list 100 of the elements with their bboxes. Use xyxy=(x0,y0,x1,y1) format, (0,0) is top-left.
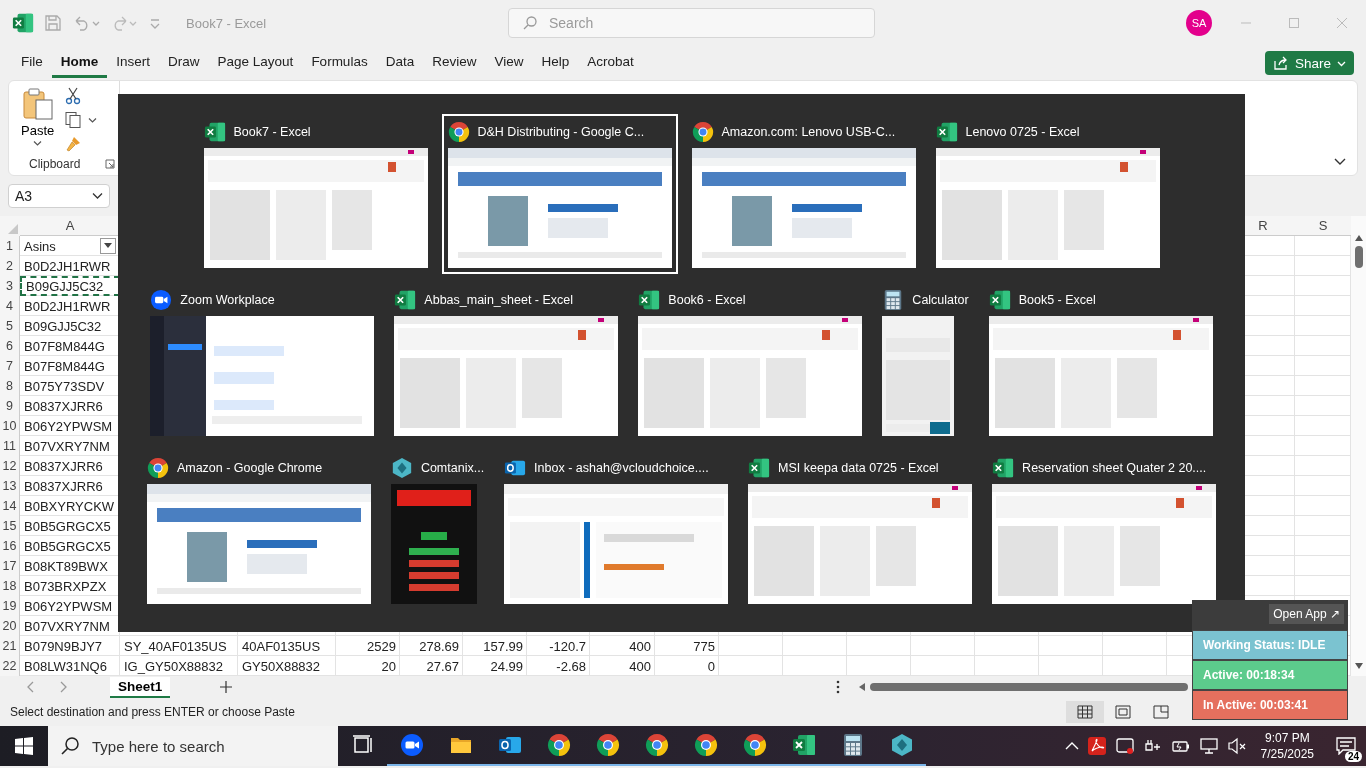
column-header[interactable]: S xyxy=(1295,216,1351,236)
window-title: Book7 - Excel xyxy=(186,15,267,31)
row-number[interactable]: 19 xyxy=(0,596,20,616)
row-number[interactable]: 6 xyxy=(0,336,20,356)
search-icon xyxy=(522,15,538,31)
screen-icon[interactable] xyxy=(1114,736,1135,756)
search-field[interactable]: Search xyxy=(508,8,875,38)
window-preview[interactable]: Lenovo 0725 - Excel xyxy=(929,114,1166,274)
speaker-muted-icon[interactable] xyxy=(1226,736,1247,756)
table-cell-text: B0D2JH1RWR xyxy=(23,297,112,316)
window-preview[interactable]: Zoom Workplace xyxy=(144,282,381,442)
row-number[interactable]: 2 xyxy=(0,256,20,276)
row-number[interactable]: 17 xyxy=(0,556,20,576)
table-cell-text: B075Y73SDV xyxy=(23,377,106,396)
row-number[interactable]: 22 xyxy=(0,656,20,676)
row-number[interactable]: 3 xyxy=(0,276,20,296)
row-number[interactable]: 14 xyxy=(0,496,20,516)
row-number[interactable]: 12 xyxy=(0,456,20,476)
window-preview[interactable]: Calculator xyxy=(876,282,975,442)
window-preview[interactable]: MSI keepa data 0725 - Excel xyxy=(742,450,979,610)
row-number[interactable]: 16 xyxy=(0,536,20,556)
row-number[interactable]: 10 xyxy=(0,416,20,436)
row-number[interactable]: 21 xyxy=(0,636,20,656)
window-preview[interactable]: Comtanix... xyxy=(384,450,491,610)
open-app-button[interactable]: Open App ↗ xyxy=(1269,604,1344,624)
spreadsheet-icon[interactable] xyxy=(12,12,34,34)
search-icon xyxy=(60,736,80,756)
table-cell-text: B0837XJRR6 xyxy=(23,397,104,416)
browser-icon xyxy=(546,733,571,757)
name-box[interactable]: A3 xyxy=(8,184,110,208)
window-preview[interactable]: D&H Distributing - Google C... xyxy=(441,114,678,274)
window-preview[interactable]: Book5 - Excel xyxy=(982,282,1219,442)
row-number[interactable]: 20 xyxy=(0,616,20,636)
row-number[interactable]: 15 xyxy=(0,516,20,536)
ribbon-tab[interactable]: Review xyxy=(423,48,486,78)
paste-button[interactable]: Paste xyxy=(19,85,57,157)
share-button[interactable]: Share xyxy=(1264,51,1354,75)
window-preview[interactable]: Book6 - Excel xyxy=(632,282,869,442)
network-icon[interactable] xyxy=(1198,736,1219,756)
window-preview-title: Lenovo 0725 - Excel xyxy=(965,125,1080,139)
normal-view-button[interactable] xyxy=(1066,701,1104,723)
row-number[interactable]: 5 xyxy=(0,316,20,336)
ribbon-tab[interactable]: View xyxy=(485,48,533,78)
more-icon[interactable] xyxy=(836,680,840,694)
window-preview[interactable]: Reservation sheet Quater 2 20.... xyxy=(986,450,1223,610)
vertical-scrollbar[interactable] xyxy=(1351,216,1366,676)
taskbar-search-field[interactable]: Type here to search xyxy=(48,726,338,766)
page-break-icon xyxy=(1153,705,1169,719)
table-cell-text: B0B5GRGCX5 xyxy=(23,517,112,536)
scissors-icon[interactable] xyxy=(64,87,83,105)
window-preview[interactable]: Amazon - Google Chrome xyxy=(140,450,377,610)
table-cell-text: B0BXYRYCKW xyxy=(23,497,116,516)
row-number[interactable]: 11 xyxy=(0,436,20,456)
row-number[interactable]: 9 xyxy=(0,396,20,416)
table-cell-text: B09GJJ5C32 xyxy=(23,317,103,336)
window-preview[interactable]: Inbox - ashah@vcloudchoice.... xyxy=(498,450,735,610)
clock[interactable]: 9:07 PM 7/25/2025 xyxy=(1260,731,1314,761)
ribbon-tab[interactable]: Insert xyxy=(107,48,160,78)
ribbon-tab[interactable]: Draw xyxy=(159,48,209,78)
horizontal-scrollbar[interactable] xyxy=(858,682,1188,692)
dialog-launcher-icon[interactable] xyxy=(105,159,115,169)
chevron-up-icon[interactable] xyxy=(1064,741,1079,751)
table-cell-text: B07F8M844G xyxy=(23,337,106,356)
hexagon-icon xyxy=(889,733,914,757)
row-number[interactable]: 18 xyxy=(0,576,20,596)
status-message: Select destination and press ENTER or choose Paste xyxy=(10,705,295,719)
ribbon-tab[interactable]: Page Layout xyxy=(208,48,303,78)
maximize-icon xyxy=(1288,17,1300,29)
row-number[interactable]: 13 xyxy=(0,476,20,496)
chevron-down-icon[interactable] xyxy=(1333,157,1347,167)
row-number[interactable]: 1 xyxy=(0,236,20,256)
ribbon-tab[interactable]: Data xyxy=(376,48,424,78)
window-preview-title: Calculator xyxy=(912,293,969,307)
ribbon-tab[interactable]: Acrobat xyxy=(578,48,643,78)
filter-button[interactable] xyxy=(100,238,116,254)
caret-icon[interactable] xyxy=(88,116,98,124)
column-header[interactable]: A xyxy=(20,216,120,236)
row-number[interactable]: 4 xyxy=(0,296,20,316)
window-preview[interactable]: Abbas_main_sheet - Excel xyxy=(388,282,625,442)
ribbon-tab[interactable]: File xyxy=(12,48,52,78)
window-preview-title: Book6 - Excel xyxy=(668,293,746,307)
scrollbar-thumb[interactable] xyxy=(1354,246,1363,268)
window-preview[interactable]: Book7 - Excel xyxy=(197,114,434,274)
pdf-icon[interactable] xyxy=(1086,736,1107,756)
browser-icon xyxy=(644,733,669,757)
table-cell-text: SY_40AF0135US xyxy=(123,637,228,656)
row-number[interactable]: 8 xyxy=(0,376,20,396)
copy-icon[interactable] xyxy=(64,111,83,129)
user-avatar[interactable]: SA xyxy=(1186,10,1212,36)
notification-button[interactable]: 24 xyxy=(1326,726,1366,766)
window-preview[interactable]: Amazon.com: Lenovo USB-C... xyxy=(685,114,922,274)
spreadsheet-icon xyxy=(992,457,1015,479)
table-cell: Asins xyxy=(24,238,56,254)
spreadsheet-icon xyxy=(203,121,226,143)
status-bar: In Active: 00:03:41 xyxy=(1192,690,1348,720)
ribbon-tab[interactable]: Formulas xyxy=(302,48,377,78)
row-number[interactable]: 7 xyxy=(0,356,20,376)
add-sheet-icon[interactable] xyxy=(220,681,233,693)
ribbon-tab[interactable]: Help xyxy=(532,48,579,78)
sheet-tab[interactable]: Sheet1 xyxy=(110,676,171,698)
